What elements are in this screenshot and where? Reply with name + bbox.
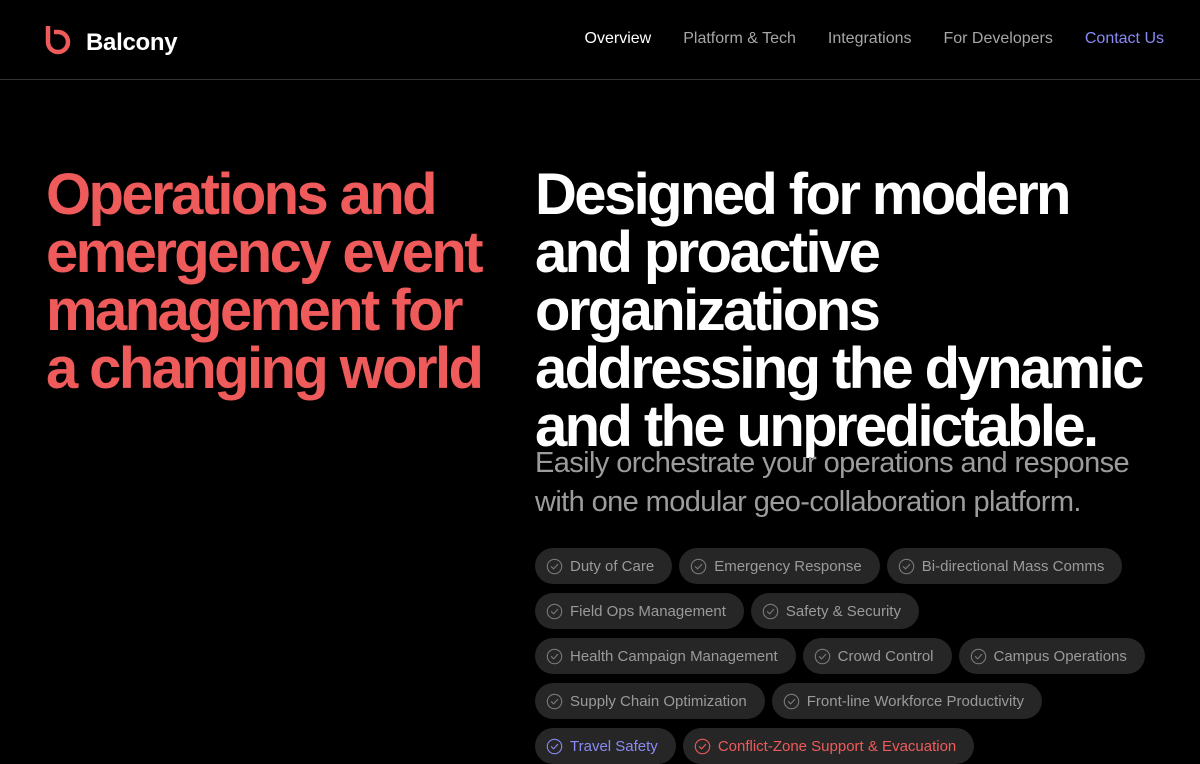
use-case-tag-label: Duty of Care (570, 557, 655, 575)
check-circle-icon (546, 648, 563, 665)
top-navigation-bar: Balcony Overview Platform & Tech Integra… (0, 0, 1200, 80)
check-circle-icon (546, 603, 563, 620)
nav-link-platform-tech[interactable]: Platform & Tech (683, 30, 796, 48)
nav-link-integrations[interactable]: Integrations (828, 30, 912, 48)
check-circle-icon (814, 648, 831, 665)
brand-name: Balcony (86, 28, 178, 56)
check-circle-icon (783, 693, 800, 710)
use-case-tag[interactable]: Emergency Response (679, 548, 880, 584)
use-case-tag-label: Supply Chain Optimization (570, 692, 747, 710)
use-case-tag-label: Crowd Control (837, 647, 934, 665)
use-case-tag[interactable]: Field Ops Management (535, 593, 744, 629)
use-case-tag-label: Safety & Security (785, 602, 901, 620)
use-case-tag[interactable]: Travel Safety (535, 728, 676, 764)
use-case-tag-list: Duty of Care Emergency Response Bi-directi… (535, 548, 1175, 764)
use-case-tag[interactable]: Conflict-Zone Support & Evacuation (682, 728, 975, 764)
check-circle-icon (762, 603, 779, 620)
use-case-tag-label: Travel Safety (570, 737, 658, 755)
main-nav: Overview Platform & Tech Integrations Fo… (585, 30, 1164, 48)
use-case-tag-label: Emergency Response (714, 557, 862, 575)
use-case-tag-label: Field Ops Management (570, 602, 726, 620)
use-case-tag-label: Bi-directional Mass Comms (921, 557, 1105, 575)
use-case-tag[interactable]: Front-line Workforce Productivity (771, 683, 1043, 719)
use-case-tag-label: Conflict-Zone Support & Evacuation (717, 737, 957, 755)
nav-link-overview[interactable]: Overview (585, 30, 652, 48)
balcony-logo-icon (44, 24, 72, 61)
use-case-tag[interactable]: Crowd Control (802, 638, 952, 674)
use-case-tag[interactable]: Safety & Security (750, 593, 919, 629)
check-circle-icon (970, 648, 987, 665)
hero-right-heading: Designed for modern and proactive organi… (535, 162, 1144, 459)
check-circle-icon (546, 693, 563, 710)
use-case-tag-label: Front-line Workforce Productivity (806, 692, 1025, 710)
use-case-tag[interactable]: Supply Chain Optimization (535, 683, 765, 719)
use-case-tag[interactable]: Campus Operations (958, 638, 1145, 674)
check-circle-icon (690, 558, 707, 575)
check-circle-icon (898, 558, 915, 575)
use-case-tag-label: Health Campaign Management (570, 647, 778, 665)
check-circle-icon (546, 558, 563, 575)
nav-link-for-developers[interactable]: For Developers (943, 30, 1052, 48)
check-circle-icon (694, 738, 711, 755)
use-case-tag[interactable]: Duty of Care (535, 548, 673, 584)
use-case-tag-label: Campus Operations (993, 647, 1127, 665)
nav-link-contact-us[interactable]: Contact Us (1085, 30, 1164, 48)
hero-subtitle: Easily orchestrate your operations and r… (535, 447, 1130, 518)
hero-left-heading: Operations and emergency event managemen… (46, 162, 484, 401)
use-case-tag[interactable]: Health Campaign Management (535, 638, 796, 674)
use-case-tag[interactable]: Bi-directional Mass Comms (886, 548, 1123, 584)
check-circle-icon (546, 738, 563, 755)
brand-logo-link[interactable]: Balcony (44, 24, 178, 61)
